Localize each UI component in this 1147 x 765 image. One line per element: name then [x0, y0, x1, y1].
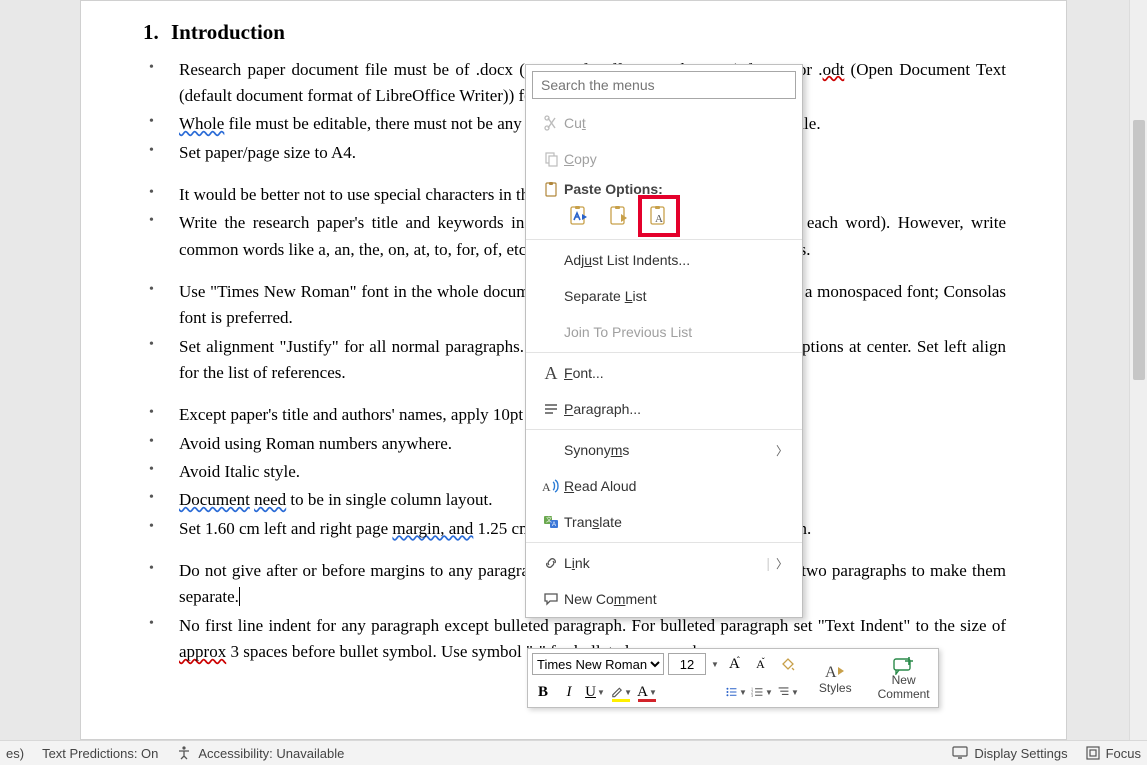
status-bar: es) Text Predictions: On Accessibility: … — [0, 740, 1147, 765]
focus-icon — [1086, 746, 1100, 760]
styles-label: Styles — [819, 681, 852, 695]
monitor-icon — [952, 746, 968, 760]
translate-label: Translate — [564, 514, 792, 530]
menu-separator — [526, 239, 802, 240]
new-comment-button[interactable]: New Comment — [872, 653, 936, 703]
new-comment-label: New Comment — [564, 591, 792, 607]
svg-text:A: A — [552, 522, 556, 528]
synonyms-label: Synonyms — [564, 442, 776, 458]
font-menu-item[interactable]: A Font... — [526, 355, 802, 391]
bold-button[interactable]: B — [532, 681, 554, 703]
copy-icon — [538, 151, 564, 167]
menu-separator — [526, 429, 802, 430]
menu-separator — [526, 352, 802, 353]
status-accessibility[interactable]: Accessibility: Unavailable — [176, 745, 344, 761]
increase-font-button[interactable]: Aˆ — [725, 653, 747, 675]
paste-options-row: A — [526, 199, 802, 237]
status-focus[interactable]: Focus — [1086, 746, 1141, 761]
svg-text:A: A — [655, 213, 663, 225]
font-color-button[interactable]: A▼ — [636, 681, 658, 703]
font-size-dropdown-icon[interactable]: ▼ — [711, 660, 719, 669]
link-label: Link — [564, 555, 766, 571]
scissors-icon — [538, 115, 564, 131]
copy-menu-item[interactable]: Copy — [526, 141, 802, 177]
copy-label: Copy — [564, 151, 597, 167]
link-icon — [538, 555, 564, 571]
format-painter-button[interactable] — [777, 653, 799, 675]
numbering-button[interactable]: 123▼ — [751, 681, 773, 703]
italic-button[interactable]: I — [558, 681, 580, 703]
read-aloud-icon: A — [538, 478, 564, 494]
new-comment-label-2: Comment — [878, 687, 930, 701]
svg-text:3: 3 — [751, 693, 753, 698]
vertical-scrollbar[interactable] — [1129, 0, 1147, 740]
new-comment-label-1: New — [892, 673, 916, 687]
paste-keep-source-button[interactable] — [566, 203, 592, 229]
paste-text-only-button[interactable]: A — [646, 203, 672, 229]
translate-icon: 文A — [538, 514, 564, 530]
split-separator: | — [766, 555, 770, 571]
paste-merge-formatting-button[interactable] — [606, 203, 632, 229]
separate-list-label: Separate List — [564, 288, 792, 304]
clipboard-icon — [538, 181, 564, 197]
underline-button[interactable]: U▼ — [584, 681, 606, 703]
menu-search-input[interactable] — [532, 71, 796, 99]
font-name-select[interactable]: Times New Roman — [532, 653, 664, 675]
new-comment-menu-item[interactable]: New Comment — [526, 581, 802, 617]
heading-introduction: 1.Introduction — [143, 16, 1006, 49]
separate-list-menu-item[interactable]: Separate List — [526, 278, 802, 314]
paste-options-label-row: Paste Options: — [526, 177, 802, 199]
status-display-settings[interactable]: Display Settings — [952, 746, 1067, 761]
status-text-predictions[interactable]: Text Predictions: On — [42, 746, 158, 761]
adjust-list-indents-menu-item[interactable]: Adjust List Indents... — [526, 242, 802, 278]
paste-options-label: Paste Options: — [564, 181, 792, 197]
context-menu: Cut Copy Paste Options: A Adjust List In… — [525, 64, 803, 618]
svg-text:A: A — [825, 664, 837, 681]
menu-separator — [526, 542, 802, 543]
chevron-right-icon: 〉 — [776, 555, 792, 572]
comment-icon — [538, 591, 564, 607]
read-aloud-menu-item[interactable]: A Read Aloud — [526, 468, 802, 504]
accessibility-icon — [176, 745, 192, 761]
paragraph-label: Paragraph... — [564, 401, 792, 417]
link-menu-item[interactable]: Link | 〉 — [526, 545, 802, 581]
svg-text:A: A — [542, 480, 551, 494]
join-to-previous-list-menu-item[interactable]: Join To Previous List — [526, 314, 802, 350]
translate-menu-item[interactable]: 文A Translate — [526, 504, 802, 540]
paragraph-menu-item[interactable]: Paragraph... — [526, 391, 802, 427]
font-size-input[interactable] — [668, 653, 706, 675]
font-label: Font... — [564, 365, 792, 381]
read-aloud-label: Read Aloud — [564, 478, 792, 494]
cut-menu-item[interactable]: Cut — [526, 105, 802, 141]
styles-button[interactable]: A Styles — [813, 653, 858, 703]
highlight-color-button[interactable]: ▼ — [610, 681, 632, 703]
bullets-button[interactable]: ▼ — [725, 681, 747, 703]
mini-toolbar: Times New Roman ▼ B I U▼ ▼ A▼ Aˆ Aˇ ▼ — [527, 648, 939, 708]
font-a-icon: A — [538, 363, 564, 384]
chevron-right-icon: 〉 — [776, 442, 792, 459]
synonyms-menu-item[interactable]: Synonyms 〉 — [526, 432, 802, 468]
status-left-truncated[interactable]: es) — [6, 746, 24, 761]
join-to-previous-list-label: Join To Previous List — [564, 324, 792, 340]
decrease-font-button[interactable]: Aˇ — [751, 653, 773, 675]
cut-label: Cut — [564, 115, 586, 131]
scrollbar-thumb[interactable] — [1133, 120, 1145, 380]
multilevel-list-button[interactable]: ▼ — [777, 681, 799, 703]
adjust-list-indents-label: Adjust List Indents... — [564, 252, 792, 268]
paragraph-icon — [538, 401, 564, 417]
